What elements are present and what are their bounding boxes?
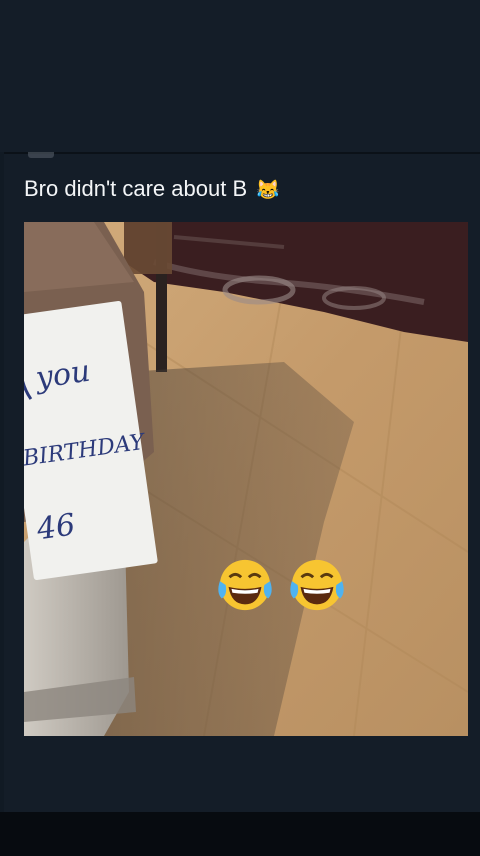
scene-illustration: you BIRTHDAY 46 [24,222,468,736]
post-caption: Bro didn't care about B 😹 [24,174,454,204]
sign-line-3: 46 [34,507,78,547]
face-with-tears-of-joy-emoji-left [218,559,272,611]
bottom-letterbox-band [0,812,480,856]
top-letterbox-band [0,0,480,152]
video-frame[interactable]: you BIRTHDAY 46 [24,222,468,736]
caption-text: Bro didn't care about B [24,176,248,201]
face-with-tears-of-joy-emoji-right [290,559,344,611]
post-header-stub [28,152,54,158]
cat-tears-of-joy-emoji: 😹 [256,180,280,201]
